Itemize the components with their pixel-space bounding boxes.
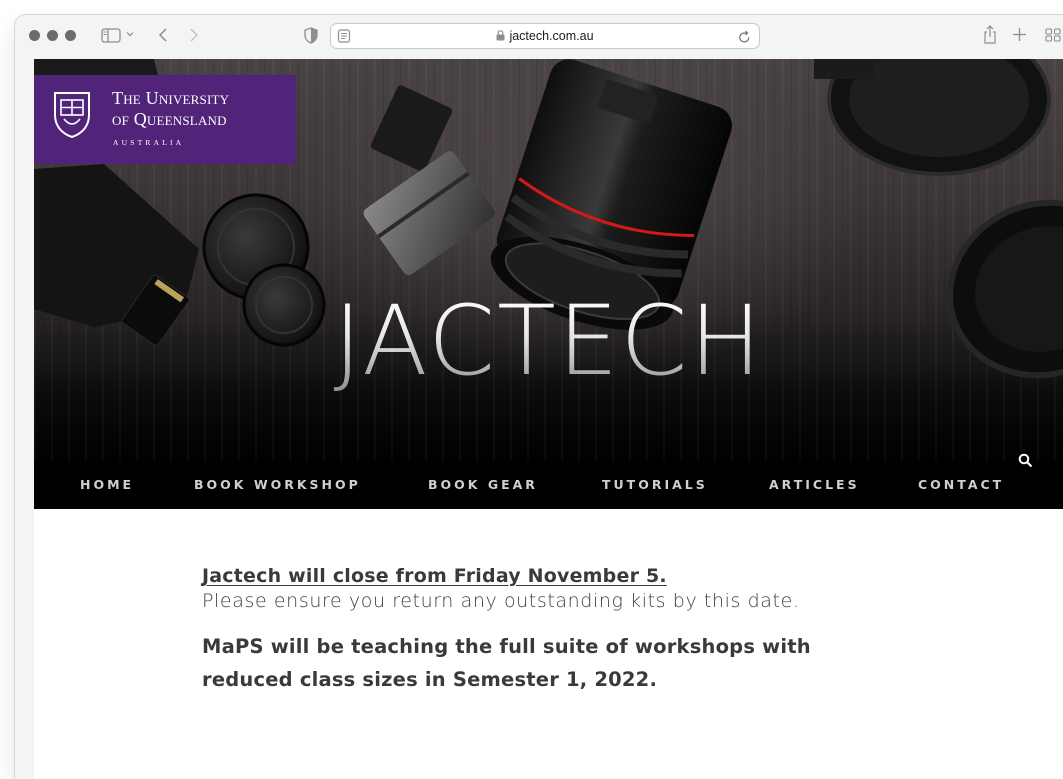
share-icon[interactable] <box>983 25 997 44</box>
new-tab-icon[interactable] <box>1012 27 1027 42</box>
browser-toolbar: jactech.com.au <box>15 15 1063 59</box>
address-bar[interactable]: jactech.com.au <box>330 23 760 49</box>
url-text: jactech.com.au <box>509 29 594 43</box>
hero-banner: The University of Queensland AUSTRALIA J… <box>34 59 1063 461</box>
nav-item-home[interactable]: HOME <box>80 477 134 492</box>
closure-notice-link[interactable]: Jactech will close from Friday November … <box>202 565 667 587</box>
maps-workshop-notice: MaPS will be teaching the full suite of … <box>202 635 811 691</box>
main-content: Jactech will close from Friday November … <box>202 565 902 696</box>
search-icon[interactable] <box>1018 453 1033 472</box>
sidebar-icon[interactable] <box>101 28 121 43</box>
nav-item-contact[interactable]: CONTACT <box>918 477 1004 492</box>
main-nav: HOME BOOK WORKSHOP BOOK GEAR TUTORIALS A… <box>34 453 1063 509</box>
back-icon[interactable] <box>158 27 168 43</box>
browser-window: jactech.com.au The University of Queensl… <box>15 15 1063 779</box>
nav-item-book-workshop[interactable]: BOOK WORKSHOP <box>194 477 361 492</box>
tab-overview-icon[interactable] <box>1045 28 1061 42</box>
address-url[interactable]: jactech.com.au <box>331 29 759 44</box>
closure-notice-text: Please ensure you return any outstanding… <box>202 590 800 612</box>
chevron-down-icon[interactable] <box>126 30 134 38</box>
nav-item-articles[interactable]: ARTICLES <box>769 477 860 492</box>
minimize-window-icon[interactable] <box>47 30 58 41</box>
nav-item-book-gear[interactable]: BOOK GEAR <box>428 477 538 492</box>
privacy-shield-icon[interactable] <box>304 27 318 44</box>
forward-icon[interactable] <box>189 27 199 43</box>
lock-icon <box>496 30 505 44</box>
close-window-icon[interactable] <box>29 30 40 41</box>
nav-item-tutorials[interactable]: TUTORIALS <box>602 477 708 492</box>
uq-logo-line-3: AUSTRALIA <box>113 138 185 147</box>
page-viewport: The University of Queensland AUSTRALIA J… <box>34 59 1063 779</box>
uq-logo-line-2: of Queensland <box>112 109 227 129</box>
site-title[interactable]: JACTECH <box>34 291 1063 391</box>
reload-icon[interactable] <box>738 29 751 48</box>
uq-logo[interactable]: The University of Queensland AUSTRALIA <box>34 75 296 164</box>
zoom-window-icon[interactable] <box>65 30 76 41</box>
uq-crest-icon <box>54 92 90 139</box>
uq-logo-line-1: The University <box>112 88 230 108</box>
